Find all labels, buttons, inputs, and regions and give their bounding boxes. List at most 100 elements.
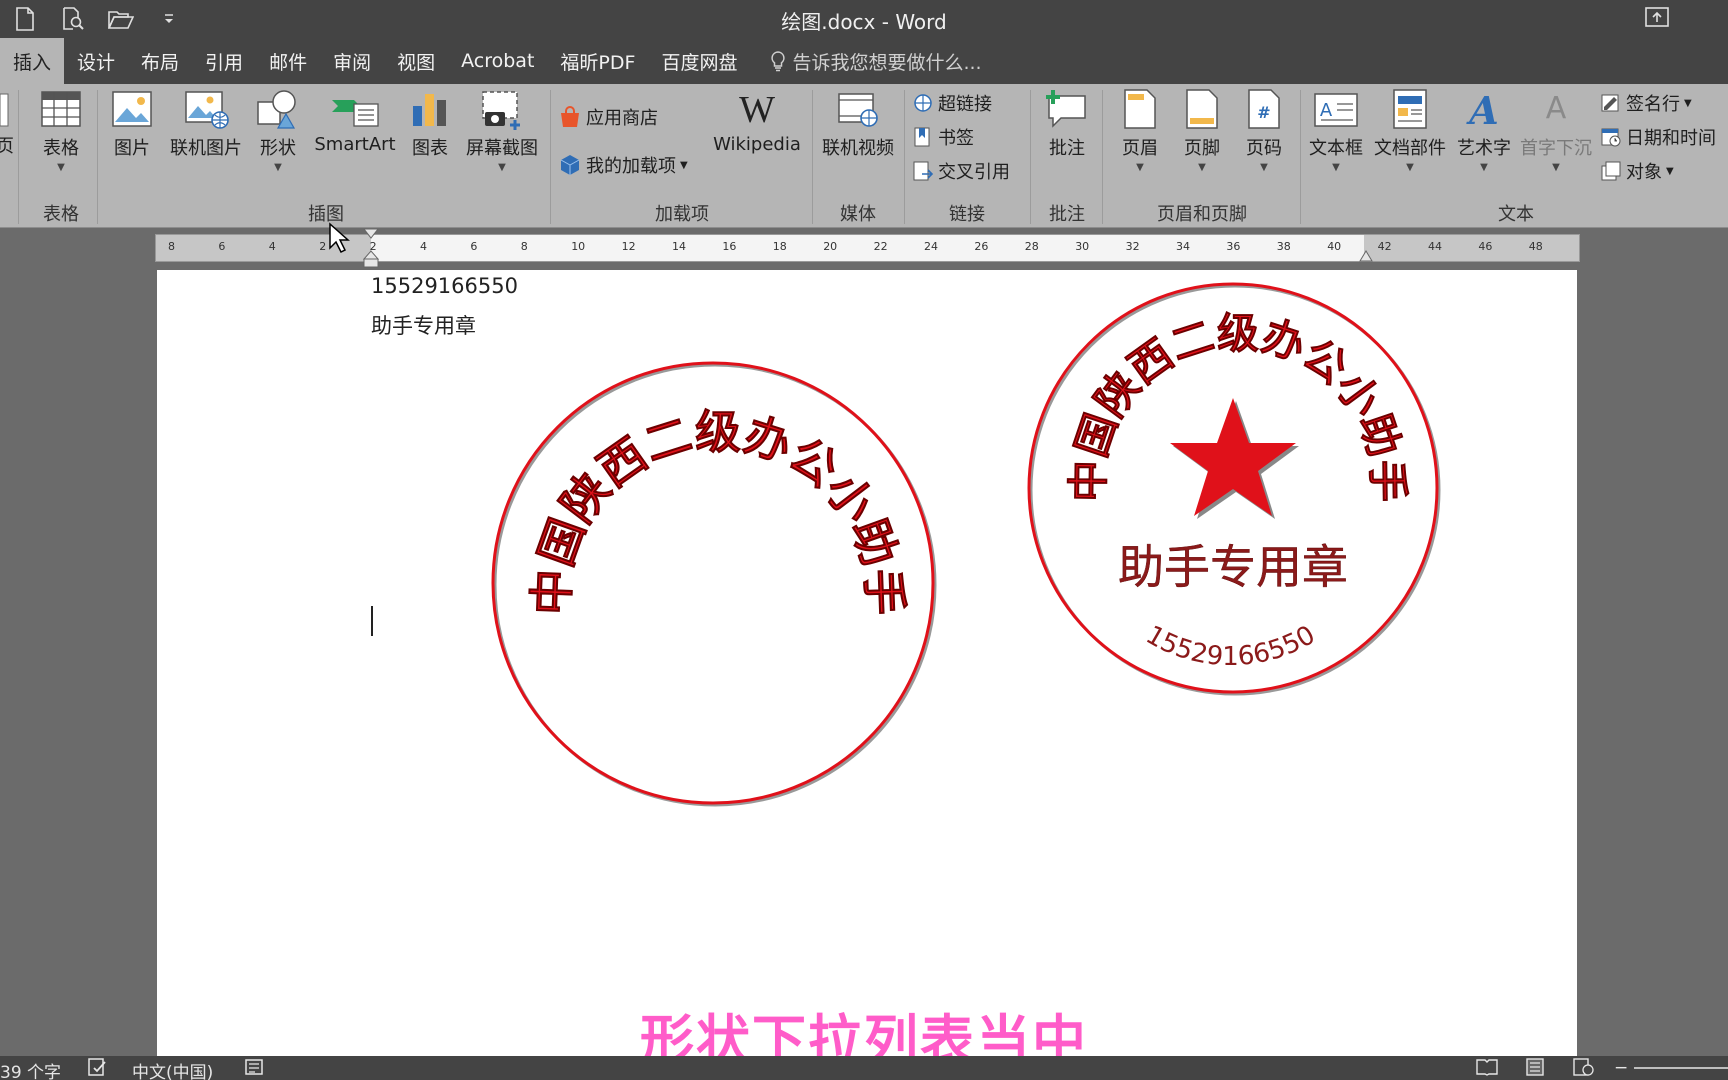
ribbon-insert: 页 表格 ▼ 表格 图片 联机图片 形状 ▼ SmartArt 图表 屏幕截图 … [0,84,1728,228]
pages-button[interactable]: 页 [0,88,14,158]
tell-me-box[interactable]: 告诉我您想要做什么... [750,38,982,84]
bookmark-button[interactable]: 书签 [912,124,974,150]
footer-icon [1186,89,1218,129]
zoom-slider[interactable]: − [1614,1058,1728,1078]
ruler-right-margin [1364,235,1579,261]
cross-reference-icon [913,161,934,181]
picture-button[interactable]: 图片 [108,88,156,160]
ruler-number: 2 [369,240,377,253]
table-button[interactable]: 表格 ▼ [36,88,86,173]
tab-view[interactable]: 视图 [384,38,448,84]
header-button[interactable]: 页眉 ▼ [1118,88,1162,173]
macro-icon[interactable] [244,1058,266,1076]
read-mode-icon[interactable] [1476,1058,1498,1076]
zoom-out-icon[interactable]: − [1614,1058,1628,1078]
screenshot-icon [482,91,520,130]
chevron-down-icon: ▼ [274,162,282,173]
page-number-icon: # [1248,89,1280,129]
drop-cap-button[interactable]: A 首字下沉 ▼ [1516,88,1596,173]
tab-design[interactable]: 设计 [64,38,128,84]
tab-foxit-pdf[interactable]: 福昕PDF [547,38,648,84]
shapes-icon [257,90,296,129]
right-indent-marker[interactable] [1358,249,1374,263]
tab-acrobat[interactable]: Acrobat [448,38,547,84]
drop-cap-icon: A [1546,91,1567,126]
group-label-media: 媒体 [840,204,876,225]
quick-parts-button[interactable]: 文档部件 ▼ [1372,88,1448,173]
page-number-button[interactable]: # 页码 ▼ [1242,88,1286,173]
online-video-button[interactable]: 联机视频 [818,88,898,160]
store-button[interactable]: 应用商店 [558,104,658,130]
document-text-line[interactable]: 助手专用章 [371,310,476,340]
my-addins-button[interactable]: 我的加载项 ▼ [558,152,688,178]
separator [97,90,98,224]
seal-without-star[interactable]: 中国陕西二级办公小助手 [488,358,938,808]
tab-layout[interactable]: 布局 [128,38,192,84]
chevron-down-icon: ▼ [1552,162,1560,173]
online-picture-button[interactable]: 联机图片 [166,88,246,160]
date-time-button[interactable]: 日期和时间 [1600,124,1716,150]
separator [904,90,905,224]
tab-review[interactable]: 审阅 [320,38,384,84]
group-label-tables: 表格 [43,204,79,225]
chart-icon [413,94,446,126]
object-button[interactable]: 对象 ▼ [1600,158,1674,184]
tab-mailings[interactable]: 邮件 [256,38,320,84]
document-text-line[interactable]: 15529166550 [371,274,518,298]
group-label-comments: 批注 [1049,204,1085,225]
ruler-number: 28 [1024,240,1039,253]
ruler-number: 26 [974,240,989,253]
shapes-button[interactable]: 形状 ▼ [254,88,302,173]
seal-center-text: 助手专用章 [1118,540,1348,594]
chevron-down-icon: ▼ [1332,162,1340,173]
table-icon [41,91,81,127]
ruler-number: 34 [1176,240,1190,253]
quick-parts-icon [1393,89,1427,129]
svg-text:A: A [1320,100,1333,121]
group-label-addins: 加载项 [655,204,709,225]
ruler-number: 30 [1075,240,1090,253]
proofing-icon[interactable] [88,1058,110,1076]
cross-reference-button[interactable]: 交叉引用 [912,158,1010,184]
hyperlink-button[interactable]: 超链接 [912,90,992,116]
group-label-links: 链接 [949,204,985,225]
ribbon-display-options-icon[interactable] [1644,6,1672,30]
separator [1030,90,1031,224]
wikipedia-button[interactable]: W Wikipedia [708,88,806,155]
separator [1102,90,1103,224]
seal-with-star[interactable]: 中国陕西二级办公小助手 助手专用章 15529166550 [1023,278,1443,698]
store-icon [561,106,579,127]
wordart-button[interactable]: A 艺术字 ▼ [1454,88,1514,173]
chevron-down-icon: ▼ [57,162,65,173]
bookmark-icon [914,127,930,147]
tab-references[interactable]: 引用 [192,38,256,84]
screenshot-button[interactable]: 屏幕截图 ▼ [460,88,544,173]
ruler-number: 6 [218,240,226,253]
ribbon-tabs: 插入 设计 布局 引用 邮件 审阅 视图 Acrobat 福昕PDF 百度网盘 … [0,38,1728,84]
word-count[interactable]: 39 个字 [0,1058,61,1080]
ruler-number: 16 [722,240,737,253]
web-layout-icon[interactable] [1572,1058,1594,1076]
chevron-down-icon: ▼ [1666,165,1674,177]
svg-text:A: A [1466,88,1498,130]
svg-text:A: A [1546,91,1567,126]
chevron-down-icon: ▼ [1480,162,1488,173]
textbox-icon: A [1314,93,1358,127]
comment-button[interactable]: 批注 [1040,88,1094,160]
tab-baidu-netdisk[interactable]: 百度网盘 [648,38,750,84]
ruler-number: 40 [1327,240,1342,253]
textbox-button[interactable]: A 文本框 ▼ [1306,88,1366,173]
signature-line-button[interactable]: 签名行 ▼ [1600,90,1692,116]
ruler-number: 32 [1125,240,1140,253]
smartart-button[interactable]: SmartArt [310,88,400,155]
tab-insert[interactable]: 插入 [0,38,65,84]
print-layout-icon[interactable] [1524,1058,1546,1076]
online-picture-icon [185,91,229,129]
language-indicator[interactable]: 中文(中国) [132,1058,213,1080]
horizontal-ruler[interactable]: 8 6 4 2 2 4 6 8 10 12 14 16 18 20 22 24 26 28 30 32 34 36 38 40… [155,229,1580,268]
ruler-number: 8 [168,240,175,253]
footer-button[interactable]: 页脚 ▼ [1180,88,1224,173]
document-page[interactable]: 15529166550 助手专用章 中国陕西二级办公小助手 中国陕西二级办公小助… [157,270,1577,1060]
ruler-number: 42 [1377,240,1392,253]
chart-button[interactable]: 图表 [408,88,452,160]
